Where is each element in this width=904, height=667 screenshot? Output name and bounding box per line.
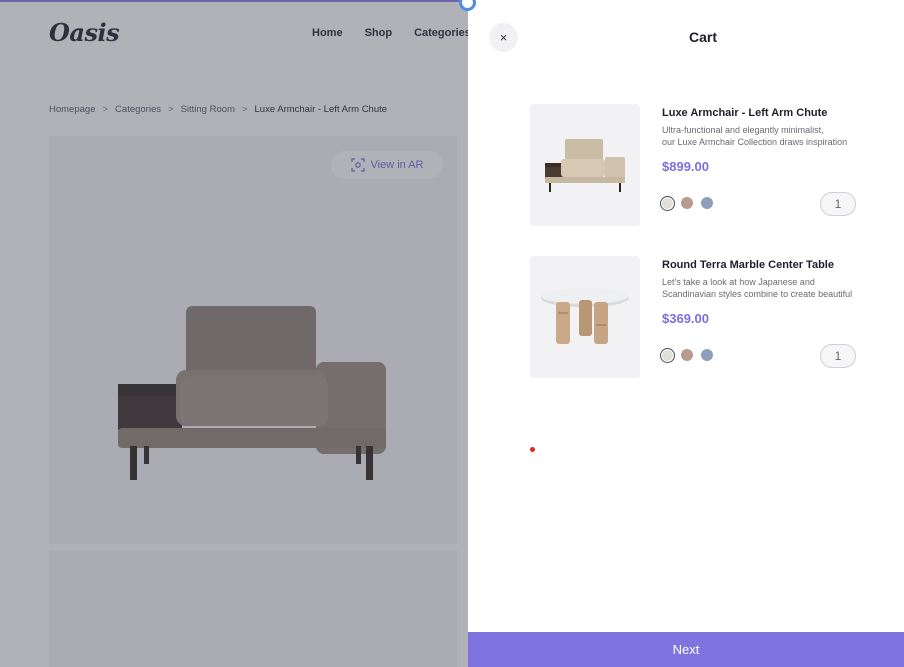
cart-item: Luxe Armchair - Left Arm Chute Ultra-fun…	[530, 104, 860, 226]
cart-item-name[interactable]: Luxe Armchair - Left Arm Chute	[662, 107, 827, 119]
cart-item-price: $369.00	[662, 311, 709, 326]
color-swatches	[662, 197, 721, 209]
swatch-rose[interactable]	[681, 197, 693, 209]
description-line: Ultra-functional and elegantly minimalis…	[662, 125, 824, 135]
cart-item-name[interactable]: Round Terra Marble Center Table	[662, 259, 834, 271]
cart-title: Cart	[688, 29, 717, 45]
marble-table-thumbnail	[541, 288, 629, 344]
swatch-blue[interactable]	[701, 349, 713, 361]
cart-item-description: Let's take a look at how Japanese and Sc…	[662, 277, 858, 300]
cart-item-description: Ultra-functional and elegantly minimalis…	[662, 125, 858, 148]
color-swatches	[662, 349, 721, 361]
quantity-stepper[interactable]: 1	[820, 344, 856, 368]
swatch-rose[interactable]	[681, 349, 693, 361]
armchair-thumbnail	[545, 139, 625, 192]
cart-item: Round Terra Marble Center Table Let's ta…	[530, 256, 860, 378]
cart-drawer: × Cart Luxe Armchair - Left Arm Chute Ul…	[468, 0, 904, 667]
cart-item-price: $899.00	[662, 159, 709, 174]
description-line: our Luxe Armchair Collection draws inspi…	[662, 136, 848, 147]
cart-item-image[interactable]	[530, 104, 640, 226]
quantity-stepper[interactable]: 1	[820, 192, 856, 216]
modal-backdrop[interactable]	[0, 0, 468, 667]
swatch-beige[interactable]	[662, 197, 673, 209]
description-line: Let's take a look at how Japanese and	[662, 277, 815, 287]
description-line: Scandinavian styles combine to create be…	[662, 288, 853, 299]
cursor-dot	[530, 447, 535, 452]
next-button[interactable]: Next	[468, 632, 904, 667]
swatch-beige[interactable]	[662, 349, 673, 361]
swatch-blue[interactable]	[701, 197, 713, 209]
cart-item-image[interactable]	[530, 256, 640, 378]
